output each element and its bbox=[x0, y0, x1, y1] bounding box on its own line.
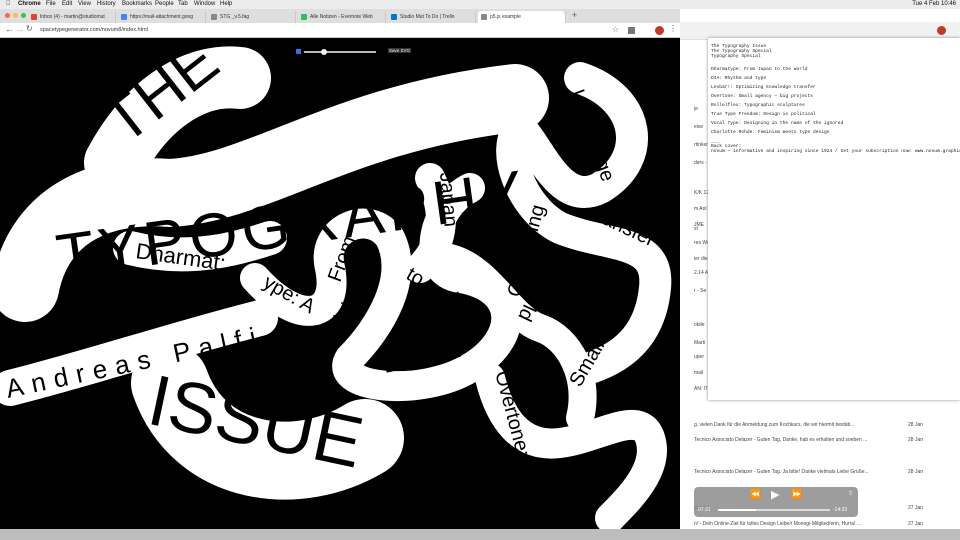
minimize-window-icon[interactable] bbox=[13, 13, 18, 18]
menu-people[interactable]: People bbox=[155, 0, 174, 9]
maximize-window-icon[interactable] bbox=[21, 13, 26, 18]
menu-help[interactable]: Help bbox=[220, 0, 232, 9]
menu-tab[interactable]: Tab bbox=[178, 0, 188, 9]
tab-1[interactable]: Inbox (4) - martin@studiomut bbox=[28, 11, 116, 23]
p5-canvas[interactable]: Save SVG THE TYPOGRAPHY ISSUE Andreas Pa… bbox=[0, 38, 680, 529]
editor-line: novum — informative and inspiring since … bbox=[711, 149, 960, 154]
tab-label: Alle Notizen - Evernote Web bbox=[310, 14, 373, 20]
share-icon[interactable]: ⇧ bbox=[848, 490, 853, 497]
menu-view[interactable]: View bbox=[78, 0, 91, 9]
menu-window[interactable]: Window bbox=[194, 0, 215, 9]
play-icon[interactable]: ▶ bbox=[771, 488, 779, 501]
tab-3[interactable]: STG _v.5.fag bbox=[208, 11, 296, 23]
mail-row[interactable]: Tecnico Associato Delazer - Guten Tag. J… bbox=[680, 469, 930, 477]
apple-icon[interactable]:  bbox=[6, 0, 11, 9]
browser-window: Inbox (4) - martin@studiomut https://mail… bbox=[0, 9, 680, 529]
menu-edit[interactable]: Edit bbox=[62, 0, 72, 9]
tab-2[interactable]: https://mail-attachment.goog bbox=[118, 11, 206, 23]
mail-row-subject: g, vielen Dank für die Anmeldung zum Koc… bbox=[694, 422, 855, 428]
profile-avatar-icon[interactable] bbox=[655, 26, 664, 35]
close-window-icon[interactable] bbox=[5, 13, 10, 18]
new-tab-icon[interactable]: + bbox=[572, 10, 577, 20]
tab-favicon-icon bbox=[211, 14, 217, 20]
reload-icon[interactable]: ↻ bbox=[26, 24, 33, 33]
tab-label: Inbox (4) - martin@studiomut bbox=[40, 14, 105, 20]
forward-icon[interactable]: → bbox=[15, 24, 24, 34]
mail-row-subject: n! - Dein Online-Ziel für tolles Design … bbox=[694, 521, 862, 527]
tab-favicon-icon bbox=[121, 14, 127, 20]
profile-avatar-icon[interactable] bbox=[937, 26, 946, 35]
mail-row-date: 27 Jan bbox=[908, 521, 924, 527]
mail-row-date: 27 Jan bbox=[908, 505, 924, 511]
dock-area bbox=[0, 529, 960, 540]
mail-row-date: 28 Jan bbox=[908, 422, 924, 428]
elapsed-time: 07:31 bbox=[698, 507, 711, 513]
remaining-time: -14:33 bbox=[833, 507, 848, 513]
rewind-icon[interactable]: ⏪ bbox=[750, 489, 761, 500]
menu-app[interactable]: Chrome bbox=[18, 0, 41, 9]
tab-6[interactable]: p5.js example bbox=[478, 11, 566, 23]
extension-icon[interactable] bbox=[628, 27, 635, 34]
tab-5[interactable]: Studio Mut To Do | Trello bbox=[388, 11, 476, 23]
mail-row[interactable]: g, vielen Dank für die Anmeldung zum Koc… bbox=[680, 422, 930, 430]
tab-label: https://mail-attachment.goog bbox=[130, 14, 194, 20]
menubar-clock[interactable]: Tue 4 Feb 10:46 bbox=[912, 0, 956, 9]
menu-bookmarks[interactable]: Bookmarks bbox=[122, 0, 152, 9]
more-menu-icon[interactable]: ⋮ bbox=[669, 24, 677, 33]
video-player-controls: ⏪ ▶ ⏩ ⇧ 07:31 -14:33 bbox=[694, 487, 858, 517]
menu-bar:  Chrome File Edit View History Bookmark… bbox=[0, 0, 960, 9]
text-editor-window[interactable]: The Typography Issue The Typography Speci… bbox=[708, 38, 960, 400]
tab-label: STG _v.5.fag bbox=[220, 14, 250, 20]
tab-bar: Inbox (4) - martin@studiomut https://mail… bbox=[0, 9, 680, 23]
bookmark-star-icon[interactable]: ☆ bbox=[612, 25, 619, 34]
tab-favicon-icon bbox=[301, 14, 307, 20]
mail-row-date: 28 Jan bbox=[908, 469, 924, 475]
tab-4[interactable]: Alle Notizen - Evernote Web bbox=[298, 11, 386, 23]
tab-favicon-icon bbox=[481, 14, 487, 20]
typography-artwork: THE TYPOGRAPHY ISSUE Andreas Palfi Dharm… bbox=[0, 38, 672, 529]
menu-file[interactable]: File bbox=[46, 0, 56, 9]
tab-label: Studio Mut To Do | Trello bbox=[400, 14, 455, 20]
url-field[interactable]: spacetypegenerator.com/novum8/index.html bbox=[40, 26, 148, 35]
mail-row-subject: Tecnico Associato Delazer - Guten Tag, D… bbox=[694, 437, 868, 443]
address-bar: ← → ↻ spacetypegenerator.com/novum8/inde… bbox=[0, 23, 680, 38]
back-icon[interactable]: ← bbox=[5, 24, 14, 34]
mail-row[interactable]: n! - Dein Online-Ziel für tolles Design … bbox=[680, 521, 930, 529]
tab-favicon-icon bbox=[31, 14, 37, 20]
mail-row-date: 28 Jan bbox=[908, 437, 924, 443]
tab-favicon-icon bbox=[391, 14, 397, 20]
progress-fill bbox=[718, 509, 756, 511]
menu-history[interactable]: History bbox=[97, 0, 116, 9]
fast-forward-icon[interactable]: ⏩ bbox=[791, 489, 802, 500]
mail-row-subject: Tecnico Associato Delazer - Guten Tag. J… bbox=[694, 469, 869, 475]
mail-row[interactable]: Tecnico Associato Delazer - Guten Tag, D… bbox=[680, 437, 930, 445]
tab-label: p5.js example bbox=[490, 14, 521, 20]
